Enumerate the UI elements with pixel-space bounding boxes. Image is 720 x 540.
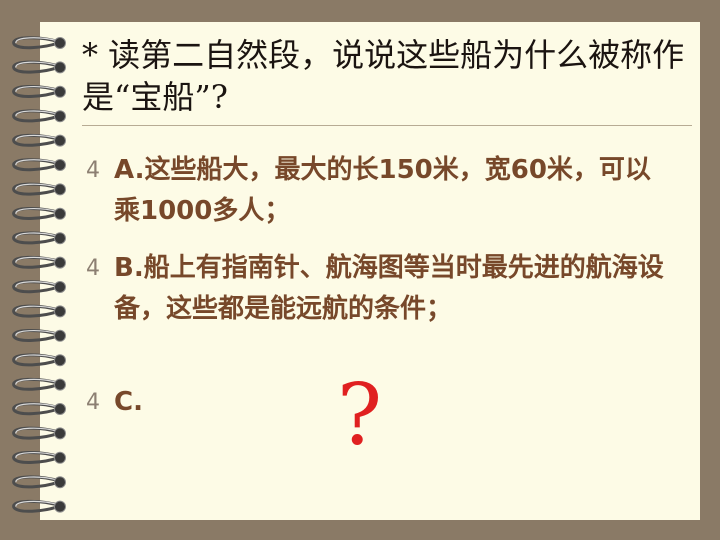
bullet-marker: 4	[86, 256, 100, 281]
answer-option-b-text: B.船上有指南针、航海图等当时最先进的航海设备，这些都是能远航的条件；	[114, 253, 664, 324]
binding-ring	[12, 451, 66, 464]
binding-ring	[12, 280, 66, 294]
binding-ring	[12, 329, 66, 342]
binding-ring	[12, 377, 66, 391]
binding-ring	[12, 499, 66, 513]
binding-ring	[12, 426, 66, 440]
answer-option-b: 4 B.船上有指南针、航海图等当时最先进的航海设备，这些都是能远航的条件；	[86, 248, 676, 330]
binding-ring	[12, 255, 66, 269]
binding-ring	[12, 109, 66, 123]
binding-ring	[12, 133, 66, 147]
binding-ring	[12, 60, 66, 74]
binding-ring	[12, 36, 66, 50]
slide-title: * 读第二自然段，说说这些船为什么被称作是“宝船”?	[82, 36, 685, 116]
answer-option-a-text: A.这些船大，最大的长150米，宽60米，可以乘1000多人；	[114, 155, 651, 226]
binding-ring	[12, 353, 66, 367]
binding-ring	[12, 207, 66, 220]
binding-ring	[12, 475, 66, 489]
red-question-mark: ?	[337, 366, 383, 464]
binding-ring	[12, 231, 66, 245]
binding-ring	[12, 304, 66, 318]
binding-ring	[12, 158, 66, 172]
bullet-marker: 4	[86, 390, 100, 415]
binding-ring	[12, 85, 66, 98]
title-divider	[82, 125, 692, 126]
spiral-binding	[12, 36, 66, 513]
bullet-marker: 4	[86, 158, 100, 183]
binding-ring	[12, 182, 66, 196]
binding-ring	[12, 402, 66, 416]
answer-option-a: 4 A.这些船大，最大的长150米，宽60米，可以乘1000多人；	[86, 150, 676, 232]
